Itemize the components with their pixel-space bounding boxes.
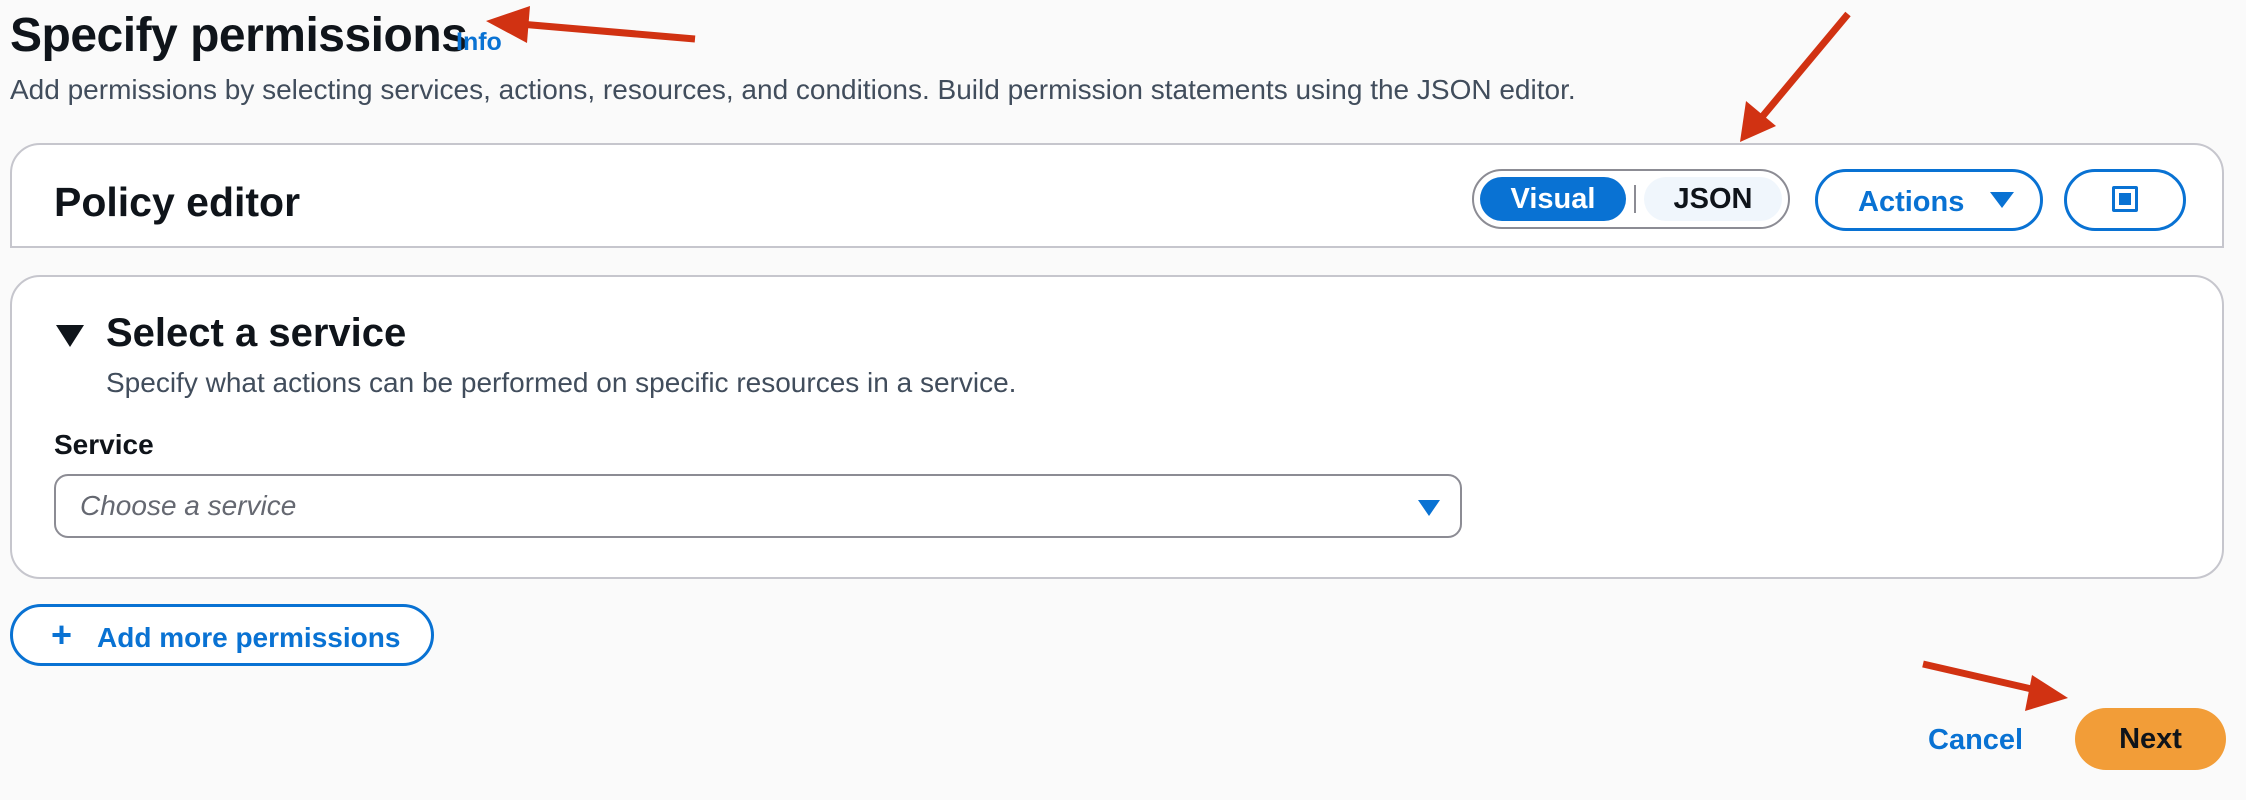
select-service-card: Select a service Specify what actions ca… — [10, 275, 2224, 579]
annotation-arrow — [519, 20, 696, 43]
annotation-arrow — [1922, 660, 2037, 694]
actions-label: Actions — [1858, 186, 1965, 218]
annotation-arrowhead — [1740, 101, 1776, 142]
page-description: Add permissions by selecting services, a… — [10, 74, 1576, 105]
actions-button[interactable]: Actions — [1815, 169, 2043, 231]
editor-mode-toggle: Visual JSON — [1472, 169, 1790, 229]
caret-down-icon — [1418, 500, 1440, 516]
fullscreen-icon — [2112, 186, 2138, 212]
annotation-arrow — [1759, 11, 1851, 120]
section-description: Specify what actions can be performed on… — [106, 367, 1017, 398]
annotation-arrowhead — [2025, 675, 2068, 711]
policy-editor-title: Policy editor — [54, 179, 301, 225]
add-more-permissions-button[interactable]: + Add more permissions — [10, 604, 434, 666]
fullscreen-icon-inner — [2119, 193, 2131, 205]
service-placeholder: Choose a service — [80, 490, 297, 521]
collapse-caret-icon[interactable] — [56, 325, 84, 347]
next-button[interactable]: Next — [2075, 708, 2226, 770]
cancel-button[interactable]: Cancel — [1928, 724, 2023, 757]
service-label: Service — [54, 429, 154, 460]
visual-mode-button[interactable]: Visual — [1480, 177, 1626, 221]
info-link[interactable]: Info — [456, 28, 502, 57]
section-title: Select a service — [106, 311, 407, 355]
json-mode-button[interactable]: JSON — [1644, 177, 1782, 221]
toggle-divider — [1634, 185, 1636, 213]
add-permissions-label: Add more permissions — [97, 622, 401, 653]
page-title: Specify permissions — [10, 9, 468, 62]
caret-down-icon — [1990, 192, 2014, 208]
fullscreen-button[interactable] — [2064, 169, 2186, 231]
service-select[interactable]: Choose a service — [54, 474, 1462, 538]
policy-editor-card: Policy editor Visual JSON Actions — [10, 143, 2224, 248]
plus-icon: + — [51, 614, 73, 655]
